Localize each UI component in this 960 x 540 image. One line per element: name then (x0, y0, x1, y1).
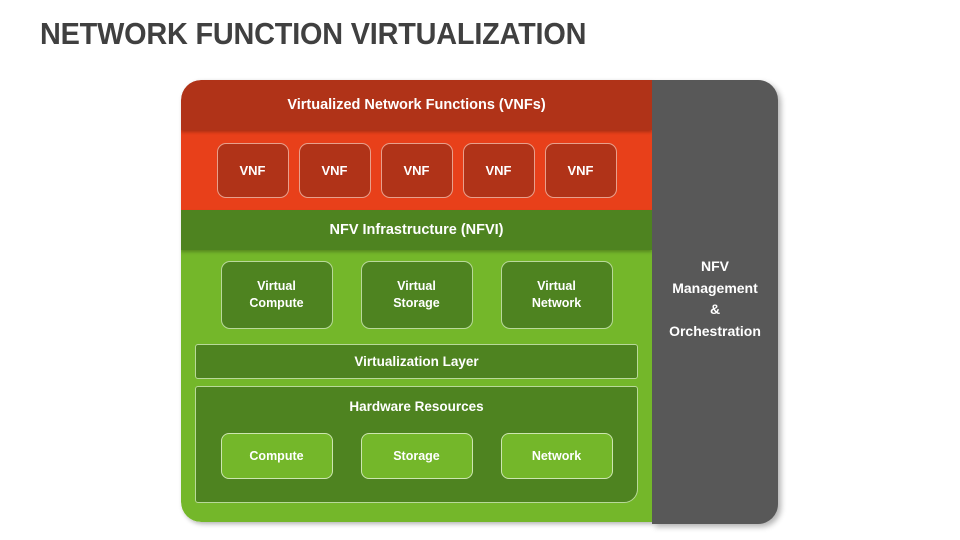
hardware-compute-label: Compute (249, 449, 304, 463)
virtual-storage-box: Virtual Storage (360, 261, 473, 329)
hardware-storage-label: Storage (393, 449, 440, 463)
nfvi-layer-header: NFV Infrastructure (NFVI) (181, 210, 652, 250)
virtual-network-line1: Virtual (537, 279, 576, 294)
hardware-resources-title: Hardware Resources (349, 399, 484, 414)
page-title: NETWORK FUNCTION VIRTUALIZATION (40, 16, 587, 51)
nfv-mano-panel: NFV Management & Orchestration (652, 80, 778, 524)
hardware-resources-panel: Hardware Resources Compute Storage Netwo… (195, 386, 638, 503)
hardware-network-label: Network (531, 449, 582, 463)
nfv-mano-line-4: Orchestration (669, 323, 761, 340)
vnf-box: VNF (298, 142, 371, 198)
virtual-resource-row: Virtual Compute Virtual Storage Virtual … (181, 260, 652, 330)
virtual-network-line2: Network (531, 296, 582, 310)
nfv-mano-line-2: Management (672, 279, 758, 296)
virtualization-layer-label: Virtualization Layer (354, 354, 479, 369)
virtual-compute-line1: Virtual (257, 279, 296, 294)
vnf-box-label: VNF (239, 162, 266, 178)
virtual-compute-line2: Compute (249, 296, 304, 310)
nfv-mano-line-1: NFV (701, 258, 729, 274)
vnf-box-label: VNF (485, 162, 512, 178)
vnf-box: VNF (216, 142, 289, 198)
hardware-compute-box: Compute (220, 433, 333, 479)
vnf-box: VNF (462, 142, 535, 198)
vnf-box-label: VNF (567, 162, 594, 178)
vnf-box-row: VNF VNF VNF VNF VNF (181, 130, 652, 210)
hardware-network-box: Network (500, 433, 613, 479)
nfv-mano-label: NFV Management & Orchestration (652, 256, 778, 343)
hardware-storage-box: Storage (360, 433, 473, 479)
virtual-storage-line2: Storage (393, 296, 440, 310)
vnf-box: VNF (544, 142, 617, 198)
nfv-mano-line-3: & (709, 301, 721, 318)
virtual-compute-box: Virtual Compute (220, 261, 333, 329)
hardware-resource-row: Compute Storage Network (196, 428, 637, 484)
virtual-storage-line1: Virtual (397, 279, 436, 294)
nfvi-layer-body: Virtual Compute Virtual Storage Virtual … (181, 250, 652, 522)
vnf-layer-header-label: Virtualized Network Functions (VNFs) (287, 97, 546, 113)
vnf-box-label: VNF (403, 162, 430, 178)
nfvi-layer-header-label: NFV Infrastructure (NFVI) (329, 222, 504, 238)
vnf-layer-header: Virtualized Network Functions (VNFs) (181, 80, 652, 130)
virtual-network-box: Virtual Network (500, 261, 613, 329)
vnf-box: VNF (380, 142, 453, 198)
nfv-architecture-diagram: Virtualized Network Functions (VNFs) VNF… (181, 80, 778, 524)
virtualization-layer-panel: Virtualization Layer (195, 344, 638, 379)
nfv-stack: Virtualized Network Functions (VNFs) VNF… (181, 80, 652, 522)
vnf-box-label: VNF (321, 162, 348, 178)
